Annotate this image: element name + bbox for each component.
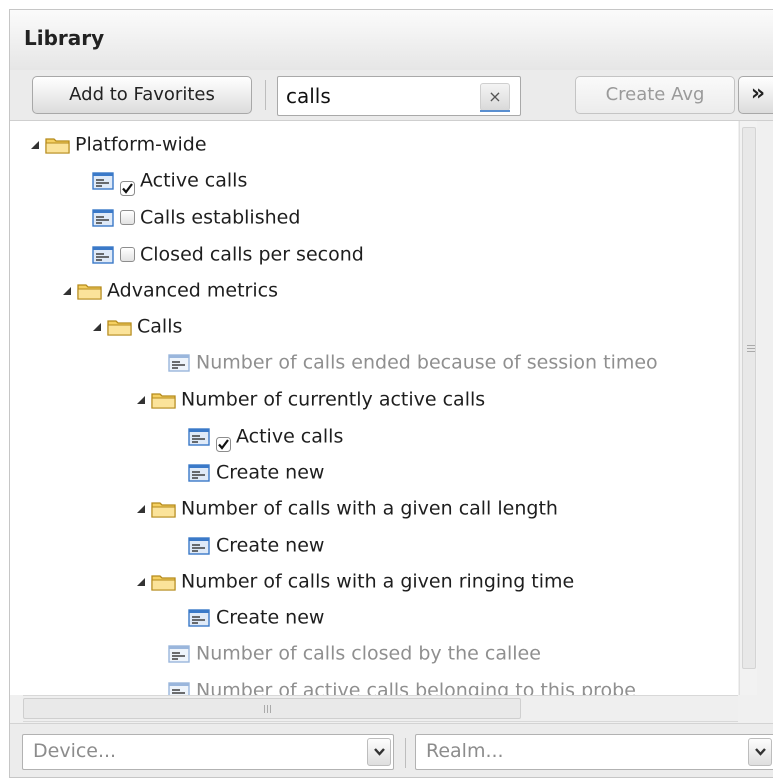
folder-icon	[150, 498, 178, 520]
tree-node-label: Active calls	[236, 425, 344, 448]
device-dropdown-button[interactable]	[367, 738, 391, 766]
realm-select[interactable]: Realm...	[415, 734, 773, 770]
metric-icon	[92, 245, 114, 264]
tree-metric[interactable]: Number of active calls belonging to this…	[168, 673, 636, 695]
tree-metric[interactable]: Active calls	[188, 419, 343, 453]
folder-icon	[76, 280, 104, 302]
device-select[interactable]: Device...	[22, 734, 394, 770]
metric-icon	[92, 171, 114, 190]
panel-title: Library	[24, 26, 105, 50]
tree-node-label: Advanced metrics	[107, 279, 278, 302]
metric-icon	[168, 681, 190, 695]
expanded-triangle-icon[interactable]	[136, 504, 150, 514]
create-avg-button[interactable]: Create Avg	[575, 76, 735, 114]
tree-metric[interactable]: Create new	[188, 600, 324, 634]
metric-icon	[92, 208, 114, 227]
tree-node-label: Active calls	[140, 169, 248, 192]
folder-icon	[150, 389, 178, 411]
filter-footer: Device... Realm...	[10, 723, 773, 777]
tree-metric[interactable]: Number of calls ended because of session…	[168, 345, 658, 379]
metric-tree: Platform-wide Active calls Calls establish…	[10, 121, 738, 695]
expanded-triangle-icon[interactable]	[136, 577, 150, 587]
folder-icon	[150, 571, 178, 593]
checkbox-checked[interactable]	[216, 429, 231, 452]
tree-node-label: Closed calls per second	[140, 243, 364, 266]
tree-node-label: Number of calls with a given call length	[181, 497, 558, 520]
scroll-grip-icon	[264, 705, 265, 713]
tree-folder[interactable]: Platform-wide	[30, 127, 207, 161]
tree-metric[interactable]: Active calls	[92, 163, 247, 197]
clear-underline	[480, 110, 510, 112]
chevron-down-icon	[754, 748, 766, 756]
metric-icon	[188, 536, 210, 555]
search-input[interactable]	[286, 81, 476, 111]
horizontal-scrollbar[interactable]	[23, 695, 738, 722]
toolbar-separator	[265, 80, 266, 110]
tree-node-label: Number of calls closed by the callee	[196, 642, 541, 665]
panel-header: Library	[10, 10, 773, 71]
tree-folder[interactable]: Number of calls with a given call length	[136, 491, 558, 525]
metric-icon	[168, 353, 190, 372]
more-options-button[interactable]: »	[738, 76, 773, 114]
metric-icon	[188, 463, 210, 482]
tree-metric[interactable]: Closed calls per second	[92, 237, 364, 271]
tree-node-label: Number of active calls belonging to this…	[196, 679, 636, 696]
metric-icon	[188, 427, 210, 446]
metric-icon	[168, 644, 190, 663]
tree-node-label: Number of calls with a given ringing tim…	[181, 570, 575, 593]
folder-icon	[44, 134, 72, 156]
checkbox-checked[interactable]	[120, 173, 135, 196]
tree-node-label: Create new	[216, 534, 325, 557]
horizontal-scroll-thumb[interactable]	[23, 698, 521, 719]
realm-select-placeholder: Realm...	[426, 740, 504, 762]
tree-node-label: Calls	[137, 315, 183, 338]
expanded-triangle-icon[interactable]	[30, 140, 44, 150]
realm-dropdown-button[interactable]	[748, 738, 772, 766]
tree-folder[interactable]: Number of calls with a given ringing tim…	[136, 564, 574, 598]
expanded-triangle-icon[interactable]	[92, 322, 106, 332]
tree-node-label: Number of calls ended because of session…	[196, 351, 658, 374]
tree-node-label: Create new	[216, 461, 325, 484]
tree-metric[interactable]: Create new	[188, 455, 324, 489]
footer-separator	[405, 738, 406, 768]
toolbar: Add to Favorites × Create Avg »	[10, 70, 773, 121]
tree-node-label: Platform-wide	[75, 133, 207, 156]
folder-icon	[106, 316, 134, 338]
tree-node-label: Number of currently active calls	[181, 388, 486, 411]
device-select-placeholder: Device...	[33, 740, 117, 762]
tree-node-label: Create new	[216, 606, 325, 629]
tree-metric[interactable]: Create new	[188, 528, 324, 562]
library-panel: Library Add to Favorites × Create Avg » …	[9, 9, 773, 778]
expanded-triangle-icon[interactable]	[136, 395, 150, 405]
tree-folder[interactable]: Advanced metrics	[62, 273, 278, 307]
tree-folder[interactable]: Calls	[92, 309, 182, 343]
checkbox[interactable]	[120, 210, 135, 225]
tree-metric[interactable]: Number of calls closed by the callee	[168, 636, 541, 670]
tree-node-label: Calls established	[140, 206, 301, 229]
expanded-triangle-icon[interactable]	[62, 286, 76, 296]
search-box: ×	[277, 76, 521, 116]
add-to-favorites-button[interactable]: Add to Favorites	[32, 76, 252, 114]
chevron-down-icon	[373, 748, 385, 756]
clear-search-button[interactable]: ×	[480, 83, 510, 111]
tree-metric[interactable]: Calls established	[92, 200, 300, 234]
scroll-grip-icon	[747, 345, 755, 346]
checkbox[interactable]	[120, 247, 135, 262]
tree-folder[interactable]: Number of currently active calls	[136, 382, 485, 416]
vertical-scroll-thumb[interactable]	[742, 127, 756, 669]
vertical-scrollbar[interactable]	[739, 121, 757, 695]
metric-icon	[188, 608, 210, 627]
